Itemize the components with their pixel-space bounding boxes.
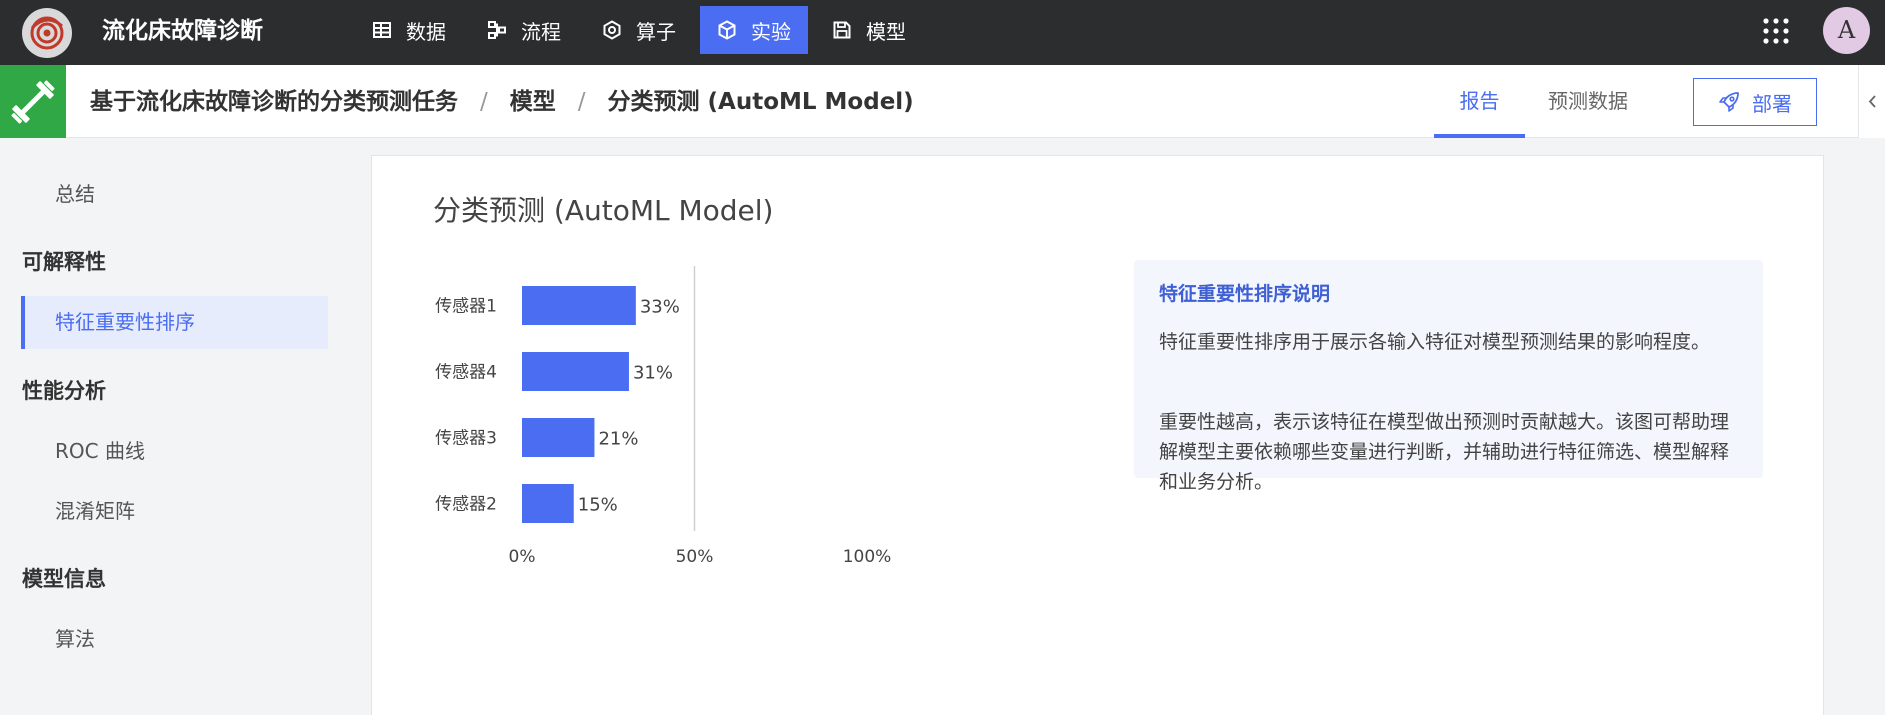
rocket-icon	[1719, 92, 1739, 112]
main-nav: 数据 流程 算子 实验 模型	[355, 6, 930, 54]
info-title: 特征重要性排序说明	[1159, 283, 1331, 305]
nav-label-model: 模型	[866, 19, 906, 44]
chart-category-label: 传感器2	[435, 495, 497, 515]
sidebar-item-summary[interactable]: 总结	[55, 179, 95, 209]
app-logo-icon[interactable]	[22, 8, 72, 58]
flow-icon	[488, 21, 506, 39]
apps-grid-icon[interactable]	[1762, 17, 1790, 45]
nav-item-model[interactable]: 模型	[815, 6, 923, 54]
cube-icon	[718, 20, 736, 40]
card-title: 分类预测 (AutoML Model)	[433, 194, 774, 227]
sidebar-item-confusion-matrix[interactable]: 混淆矩阵	[55, 496, 135, 526]
nav-item-experiment[interactable]: 实验	[700, 6, 808, 54]
chart-tick-label: 100%	[843, 547, 892, 567]
nav-label-flow: 流程	[521, 19, 561, 44]
chart-category-label: 传感器1	[435, 297, 497, 317]
info-paragraph-1: 特征重要性排序用于展示各输入特征对模型预测结果的影响程度。	[1159, 331, 1711, 353]
chart-category-label: 传感器4	[435, 363, 497, 383]
chart-bar	[522, 418, 595, 457]
chart-value-label: 15%	[578, 495, 618, 516]
chart-tick-label: 50%	[676, 547, 714, 567]
report-sidebar: 总结 可解释性 特征重要性排序 性能分析 ROC 曲线 混淆矩阵 模型信息 算法	[0, 139, 370, 715]
dumbbell-icon	[11, 80, 55, 124]
feature-importance-chart: 传感器1 33% 传感器4 31% 传感器3 21% 传感器2 15% 0% 50% 100%	[435, 266, 892, 567]
chevron-left-icon	[1868, 95, 1876, 108]
breadcrumb-current: 分类预测 (AutoML Model)	[607, 89, 914, 115]
chart-tick-label: 0%	[509, 547, 536, 567]
sidebar-item-feature-importance[interactable]: 特征重要性排序	[21, 296, 328, 349]
deploy-label: 部署	[1752, 91, 1792, 116]
top-navigation-bar: 流化床故障诊断 数据 流程 算子 实验 模型 A	[0, 0, 1885, 65]
breadcrumb-section[interactable]: 模型	[510, 89, 556, 115]
deploy-button[interactable]: 部署	[1693, 78, 1817, 126]
sidebar-item-roc-curve[interactable]: ROC 曲线	[55, 436, 145, 466]
chart-category-label: 传感器3	[435, 429, 497, 449]
nav-label-operators: 算子	[636, 19, 676, 44]
project-header: 基于流化床故障诊断的分类预测任务 / 模型 / 分类预测 (AutoML Model) …	[0, 65, 1885, 138]
report-card: 分类预测 (AutoML Model) 传感器1 33% 传感器4 31% 传感器3 21…	[371, 155, 1824, 715]
table-icon	[373, 22, 391, 38]
chart-bar	[522, 352, 629, 391]
breadcrumb-separator: /	[577, 89, 586, 115]
sidebar-item-algorithm[interactable]: 算法	[55, 624, 95, 654]
save-icon	[833, 21, 851, 39]
sidebar-group-performance: 性能分析	[22, 379, 106, 403]
app-title: 流化床故障诊断	[102, 18, 263, 44]
tab-report[interactable]: 报告	[1434, 65, 1525, 138]
sidebar-item-label: 特征重要性排序	[55, 310, 195, 334]
nav-label-data: 数据	[406, 19, 446, 44]
chart-bar	[522, 484, 574, 523]
sidebar-group-model-info: 模型信息	[22, 567, 106, 591]
chart-bar	[522, 286, 636, 325]
info-panel: 特征重要性排序说明 特征重要性排序用于展示各输入特征对模型预测结果的影响程度。 …	[1134, 260, 1763, 493]
nav-item-operators[interactable]: 算子	[585, 6, 693, 54]
sidebar-group-interpretability: 可解释性	[22, 250, 106, 274]
user-avatar[interactable]: A	[1823, 7, 1870, 54]
hexagon-icon	[603, 20, 621, 40]
tab-prediction-data[interactable]: 预测数据	[1548, 65, 1628, 138]
project-badge	[0, 65, 66, 138]
chart-value-label: 33%	[640, 297, 680, 318]
breadcrumb: 基于流化床故障诊断的分类预测任务 / 模型 / 分类预测 (AutoML Model)	[90, 85, 914, 119]
chart-value-label: 31%	[633, 363, 673, 384]
info-paragraph-2: 重要性越高，表示该特征在模型做出预测时贡献越大。该图可帮助理解模型主要依赖哪些变…	[1159, 411, 1730, 493]
nav-label-experiment: 实验	[751, 19, 791, 44]
nav-item-flow[interactable]: 流程	[470, 6, 578, 54]
nav-item-data[interactable]: 数据	[355, 6, 463, 54]
collapse-panel-button[interactable]	[1858, 65, 1885, 138]
breadcrumb-project[interactable]: 基于流化床故障诊断的分类预测任务	[90, 89, 458, 115]
breadcrumb-separator: /	[480, 89, 488, 115]
chart-value-label: 21%	[598, 429, 638, 450]
